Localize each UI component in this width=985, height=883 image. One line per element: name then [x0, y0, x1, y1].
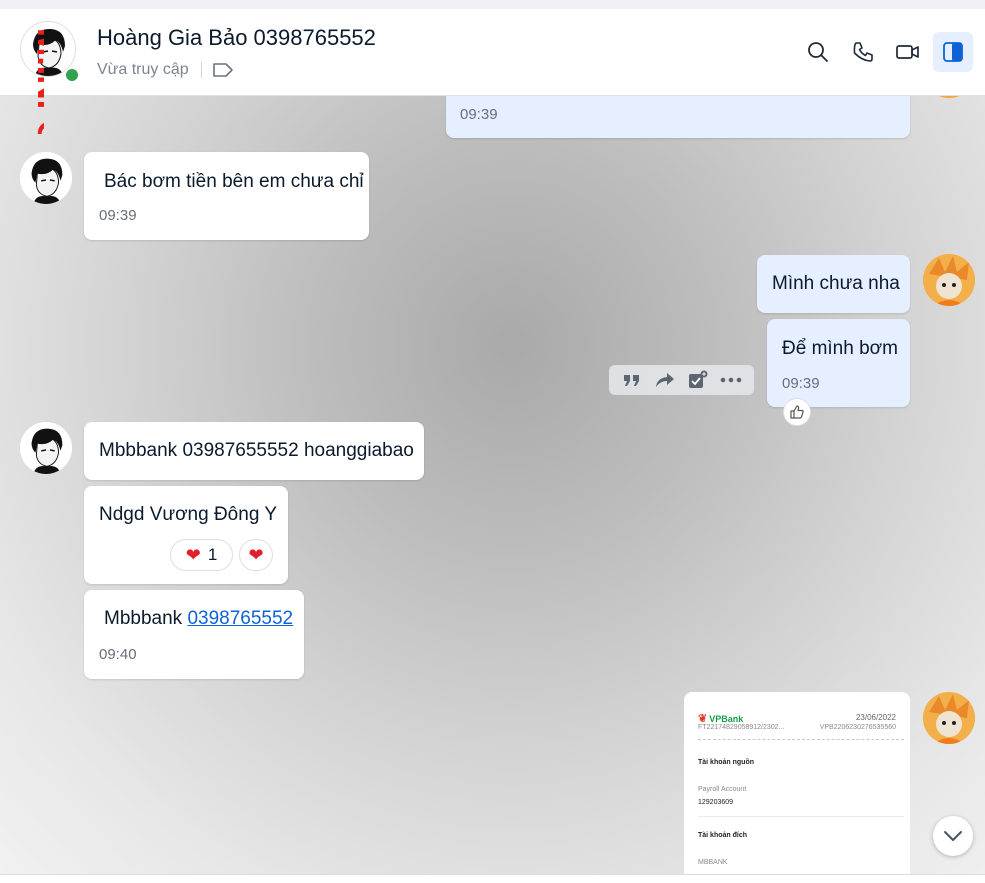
message-text-prefix: Mbbbank — [104, 608, 188, 629]
forward-button[interactable] — [654, 369, 676, 391]
receipt-source-number: 129203609 — [698, 799, 734, 806]
task-add-icon — [689, 370, 708, 388]
receipt-dest-bank: MBBANK — [698, 859, 728, 866]
contact-avatar-small[interactable] — [20, 152, 72, 204]
reaction-summary[interactable]: ❤ 1 — [170, 539, 233, 571]
message-text: Ndgd Vương Đông Y — [99, 504, 277, 525]
add-heart-reaction-button[interactable]: ❤ — [239, 539, 273, 571]
message-bubble-mine[interactable]: Mình chưa nha — [757, 255, 910, 313]
receipt-ref: VPB2206230276535560 — [819, 724, 896, 731]
receipt-divider — [698, 816, 904, 817]
my-avatar[interactable] — [923, 96, 975, 98]
receipt-source-label: Payroll Account — [698, 786, 747, 793]
search-icon — [808, 42, 828, 62]
bank-receipt-image[interactable]: ❦ VPBank 23/06/2022 FT22174829058912/2302… — [684, 692, 910, 874]
receipt-ref: FT22174829058912/2302... — [698, 724, 785, 731]
status-divider — [200, 62, 202, 78]
window-top-strip — [0, 0, 985, 9]
chat-header: Hoàng Gia Bảo 0398765552 Vừa truy cập — [0, 9, 985, 96]
message-time: 09:39 — [460, 106, 498, 123]
create-task-button[interactable] — [687, 369, 709, 391]
message-text: Để mình bơm — [782, 338, 898, 359]
scroll-to-bottom-button[interactable] — [933, 816, 973, 856]
phone-icon — [853, 42, 873, 62]
message-bubble-mine[interactable]: Để mình bơm 09:39 — [767, 319, 910, 407]
message-action-toolbar — [609, 365, 754, 395]
my-avatar[interactable] — [923, 254, 975, 306]
chevron-down-icon — [944, 831, 962, 841]
last-active-status: Vừa truy cập — [97, 61, 189, 78]
receipt-divider — [698, 739, 904, 740]
message-time: 09:39 — [99, 207, 137, 224]
more-options-button[interactable] — [720, 369, 742, 391]
heart-icon: ❤ — [248, 544, 264, 565]
quote-icon — [623, 375, 639, 386]
receipt-dest-heading: Tài khoản đích — [698, 832, 748, 839]
message-bubble-contact[interactable]: Mbbbank 03987655552 hoanggiabao — [84, 422, 424, 480]
message-text: Mbbbank 0398765552 — [104, 608, 293, 630]
message-bubble-contact[interactable]: Bác bơm tiền bên em chưa chỉ 09:39 — [84, 152, 369, 240]
receipt-source-heading: Tài khoản nguồn — [698, 759, 754, 766]
more-dots-icon — [721, 377, 742, 383]
share-icon — [655, 373, 674, 387]
video-icon — [896, 45, 919, 59]
message-bubble-mine[interactable]: 09:39 — [446, 96, 910, 138]
message-bubble-contact[interactable]: Mbbbank 0398765552 09:40 — [84, 590, 304, 679]
my-avatar[interactable] — [923, 692, 975, 744]
message-text: Mbbbank 03987655552 hoanggiabao — [99, 440, 414, 461]
message-text: Mình chưa nha — [772, 273, 900, 294]
contact-avatar-small[interactable] — [20, 422, 72, 474]
message-time: 09:39 — [782, 375, 820, 392]
phone-number-link[interactable]: 0398765552 — [187, 608, 293, 629]
watermark-text: M.INFO — [30, 28, 44, 134]
online-status-dot — [64, 67, 80, 83]
contact-name[interactable]: Hoàng Gia Bảo 0398765552 — [97, 25, 376, 51]
toggle-info-panel-button[interactable] — [933, 32, 973, 72]
thumbs-up-icon — [790, 405, 804, 419]
receipt-date: 23/06/2022 — [855, 713, 896, 722]
chat-area[interactable]: 09:39 Bác bơm tiền bên em chưa chỉ 09:39… — [0, 96, 985, 874]
sidebar-toggle-icon — [943, 42, 963, 62]
search-button[interactable] — [798, 32, 838, 72]
status-row: Vừa truy cập — [97, 61, 234, 79]
video-call-button[interactable] — [888, 32, 928, 72]
message-text: Bác bơm tiền bên em chưa chỉ — [104, 171, 364, 192]
watermark-logo: M.INFO — [30, 28, 44, 134]
quote-reply-button[interactable] — [621, 369, 643, 391]
reaction-count: 1 — [207, 545, 218, 564]
like-reaction-button[interactable] — [783, 398, 811, 426]
heart-icon: ❤ — [185, 544, 201, 565]
voice-call-button[interactable] — [843, 32, 883, 72]
message-time: 09:40 — [99, 646, 137, 663]
tag-icon[interactable] — [212, 61, 234, 79]
